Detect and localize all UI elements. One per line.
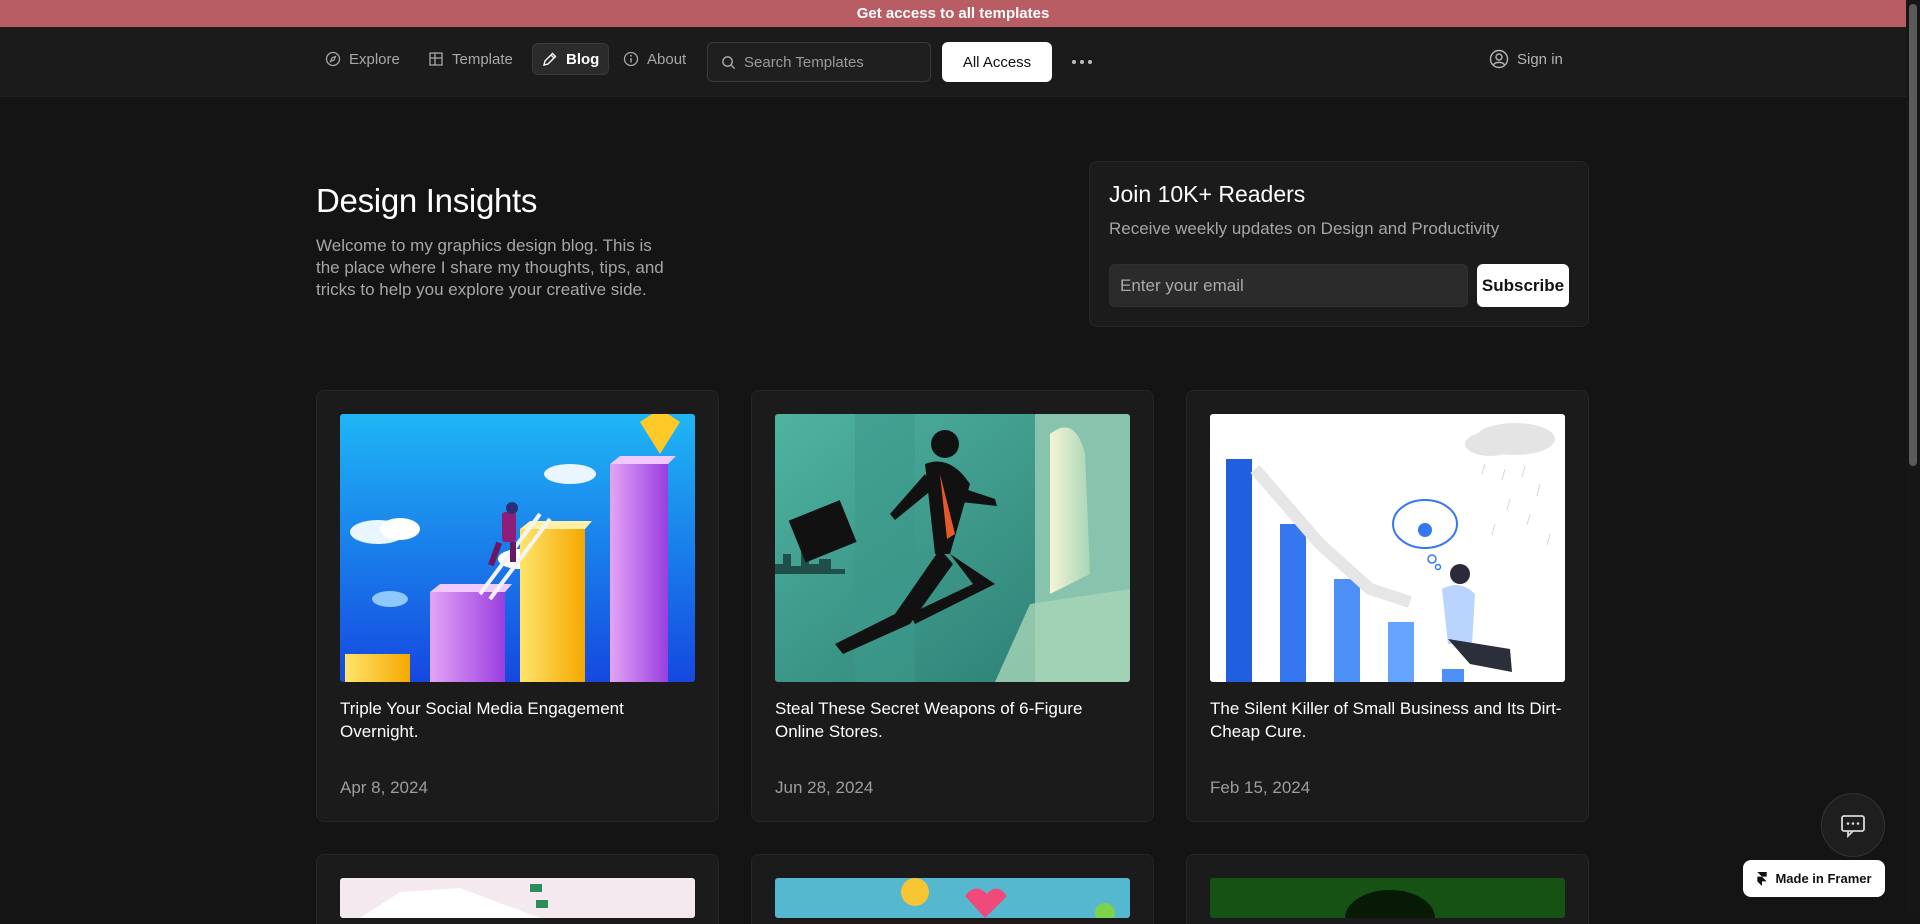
- subscribe-button[interactable]: Subscribe: [1477, 264, 1569, 307]
- search-input[interactable]: Search Templates: [707, 42, 931, 82]
- post-title[interactable]: Steal These Secret Weapons of 6-Figure O…: [775, 697, 1135, 743]
- blog-card[interactable]: [1186, 854, 1589, 924]
- nav-template[interactable]: Template: [419, 43, 522, 75]
- banner-text[interactable]: Get access to all templates: [857, 5, 1050, 22]
- nav-about-label: About: [647, 50, 687, 68]
- newsletter-panel: Join 10K+ Readers Receive weekly updates…: [1089, 161, 1589, 327]
- nav-blog-label: Blog: [566, 50, 600, 68]
- blog-card[interactable]: The Silent Killer of Small Business and …: [1186, 390, 1589, 822]
- page-scrollbar[interactable]: [1906, 0, 1920, 913]
- blog-card[interactable]: Steal These Secret Weapons of 6-Figure O…: [751, 390, 1154, 822]
- framer-logo-icon: [1757, 871, 1768, 886]
- nav-template-label: Template: [452, 50, 513, 68]
- more-menu-icon[interactable]: [1068, 51, 1096, 73]
- post-date: Apr 8, 2024: [340, 778, 428, 797]
- post-date: Feb 15, 2024: [1210, 778, 1311, 797]
- all-access-button[interactable]: All Access: [942, 42, 1052, 82]
- post-title[interactable]: The Silent Killer of Small Business and …: [1210, 697, 1570, 743]
- sign-in-button[interactable]: Sign in: [1489, 43, 1563, 75]
- email-field[interactable]: [1109, 264, 1468, 307]
- post-thumbnail: [1210, 878, 1565, 918]
- post-thumbnail: [775, 878, 1130, 918]
- search-icon: [722, 55, 736, 69]
- made-in-framer-badge[interactable]: Made in Framer: [1743, 860, 1885, 897]
- user-circle-icon: [1489, 49, 1509, 69]
- nav-blog[interactable]: Blog: [532, 43, 610, 75]
- declining-chart-illustration: [1210, 414, 1565, 682]
- page-intro: Welcome to my graphics design blog. This…: [316, 236, 664, 299]
- page-title: Design Insights: [316, 182, 538, 219]
- businessman-running-illustration: [775, 414, 1130, 682]
- pen-icon: [543, 52, 557, 66]
- nav-about[interactable]: About: [614, 43, 695, 75]
- blog-card[interactable]: [316, 854, 719, 924]
- made-in-framer-label: Made in Framer: [1775, 871, 1872, 886]
- grid-icon: [429, 52, 443, 66]
- post-date: Jun 28, 2024: [775, 778, 874, 797]
- growth-bars-illustration: [340, 414, 695, 682]
- top-banner[interactable]: Get access to all templates: [0, 0, 1906, 27]
- blog-card[interactable]: [751, 854, 1154, 924]
- chat-button[interactable]: [1821, 793, 1885, 857]
- post-title[interactable]: Triple Your Social Media Engagement Over…: [340, 697, 700, 743]
- compass-icon: [325, 51, 341, 67]
- newsletter-title: Join 10K+ Readers: [1109, 181, 1306, 207]
- info-icon: [623, 51, 639, 67]
- search-placeholder: Search Templates: [744, 53, 864, 71]
- newsletter-subtitle: Receive weekly updates on Design and Pro…: [1109, 219, 1500, 238]
- navbar: Explore Template Blog About Search Templ…: [0, 27, 1906, 97]
- blog-card[interactable]: Triple Your Social Media Engagement Over…: [316, 390, 719, 822]
- nav-explore[interactable]: Explore: [316, 43, 409, 75]
- scrollbar-thumb[interactable]: [1909, 4, 1917, 466]
- post-thumbnail: [340, 878, 695, 918]
- sign-in-label: Sign in: [1517, 50, 1563, 68]
- chat-icon: [1841, 815, 1865, 839]
- nav-explore-label: Explore: [349, 50, 400, 68]
